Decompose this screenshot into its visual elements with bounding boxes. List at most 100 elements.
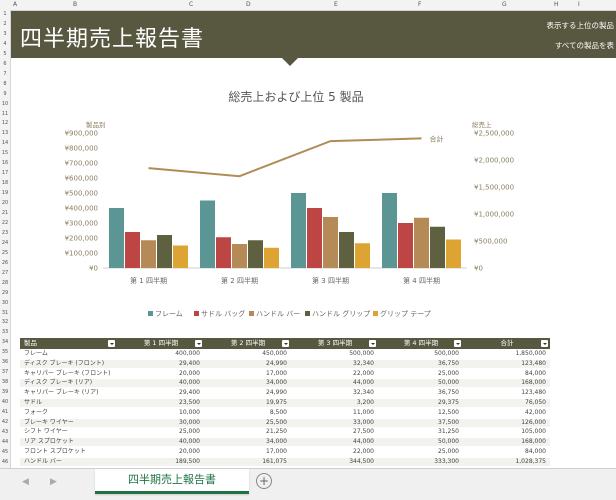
value-cell[interactable]: 42,000 (464, 409, 546, 417)
row-header[interactable]: 24 (0, 239, 10, 247)
row-header[interactable]: 16 (0, 159, 10, 167)
value-cell[interactable]: 44,000 (292, 438, 374, 446)
row-header[interactable]: 13 (0, 129, 10, 137)
row-header[interactable]: 45 (0, 448, 10, 456)
filter-dropdown-icon[interactable] (108, 340, 115, 347)
row-header[interactable]: 35 (0, 348, 10, 356)
filter-dropdown-icon[interactable] (369, 340, 376, 347)
value-cell[interactable]: 161,075 (205, 458, 287, 466)
value-cell[interactable]: 32,340 (292, 389, 374, 397)
row-header[interactable]: 17 (0, 169, 10, 177)
value-cell[interactable]: 25,000 (118, 428, 200, 436)
value-cell[interactable]: 25,500 (205, 419, 287, 427)
row-header[interactable]: 20 (0, 199, 10, 207)
row-header[interactable]: 26 (0, 259, 10, 267)
row-header[interactable]: 27 (0, 269, 10, 277)
row-header[interactable]: 39 (0, 388, 10, 396)
value-cell[interactable]: 24,990 (205, 360, 287, 368)
product-cell[interactable]: フロント スプロケット (24, 448, 117, 456)
row-header[interactable]: 41 (0, 408, 10, 416)
value-cell[interactable]: 10,000 (118, 409, 200, 417)
row-header[interactable]: 23 (0, 229, 10, 237)
row-header[interactable]: 36 (0, 358, 10, 366)
row-header[interactable]: 22 (0, 219, 10, 227)
row-header[interactable]: 33 (0, 328, 10, 336)
value-cell[interactable]: 36,750 (379, 389, 459, 397)
product-cell[interactable]: フォーク (24, 409, 117, 417)
value-cell[interactable]: 31,250 (379, 428, 459, 436)
row-header[interactable]: 11 (0, 110, 10, 118)
value-cell[interactable]: 20,000 (118, 370, 200, 378)
value-cell[interactable]: 450,000 (205, 350, 287, 358)
row-header[interactable]: 10 (0, 100, 10, 108)
row-header[interactable]: 15 (0, 149, 10, 157)
row-header[interactable]: 29 (0, 289, 10, 297)
row-header[interactable]: 32 (0, 318, 10, 326)
value-cell[interactable]: 1,850,000 (464, 350, 546, 358)
value-cell[interactable]: 25,000 (379, 370, 459, 378)
value-cell[interactable]: 40,000 (118, 438, 200, 446)
value-cell[interactable]: 40,000 (118, 379, 200, 387)
row-header[interactable]: 1 (0, 10, 10, 18)
value-cell[interactable]: 76,050 (464, 399, 546, 407)
value-cell[interactable]: 24,990 (205, 389, 287, 397)
value-cell[interactable]: 32,340 (292, 360, 374, 368)
value-cell[interactable]: 168,000 (464, 379, 546, 387)
column-header[interactable]: I (578, 1, 580, 8)
value-cell[interactable]: 50,000 (379, 379, 459, 387)
value-cell[interactable]: 500,000 (379, 350, 459, 358)
row-header[interactable]: 43 (0, 428, 10, 436)
value-cell[interactable]: 25,000 (379, 448, 459, 456)
all-products-label[interactable]: すべての製品を表 (555, 40, 614, 51)
value-cell[interactable]: 29,400 (118, 360, 200, 368)
product-cell[interactable]: ディスク ブレーキ (フロント) (24, 360, 117, 368)
value-cell[interactable]: 12,500 (379, 409, 459, 417)
row-header[interactable]: 34 (0, 338, 10, 346)
row-header[interactable]: 30 (0, 299, 10, 307)
column-header[interactable]: G (502, 1, 507, 8)
value-cell[interactable]: 123,480 (464, 389, 546, 397)
row-header[interactable]: 9 (0, 90, 10, 98)
row-header[interactable]: 7 (0, 70, 10, 78)
filter-dropdown-icon[interactable] (541, 340, 548, 347)
value-cell[interactable]: 22,000 (292, 370, 374, 378)
prev-sheet-icon[interactable]: ◀ (22, 477, 29, 487)
row-header[interactable]: 6 (0, 60, 10, 68)
value-cell[interactable]: 29,400 (118, 389, 200, 397)
row-header[interactable]: 4 (0, 40, 10, 48)
value-cell[interactable]: 29,375 (379, 399, 459, 407)
row-header[interactable]: 14 (0, 139, 10, 147)
value-cell[interactable]: 1,028,375 (464, 458, 546, 466)
value-cell[interactable]: 8,500 (205, 409, 287, 417)
value-cell[interactable]: 400,000 (118, 350, 200, 358)
value-cell[interactable]: 33,000 (292, 419, 374, 427)
value-cell[interactable]: 30,000 (118, 419, 200, 427)
value-cell[interactable]: 19,975 (205, 399, 287, 407)
value-cell[interactable]: 344,500 (292, 458, 374, 466)
value-cell[interactable]: 333,300 (379, 458, 459, 466)
value-cell[interactable]: 17,000 (205, 370, 287, 378)
column-header[interactable]: A (13, 1, 17, 8)
value-cell[interactable]: 500,000 (292, 350, 374, 358)
row-header[interactable]: 3 (0, 30, 10, 38)
sheet-tab-quarterly-report[interactable]: 四半期売上報告書 (95, 469, 249, 494)
value-cell[interactable]: 34,000 (205, 438, 287, 446)
row-header[interactable]: 21 (0, 209, 10, 217)
value-cell[interactable]: 23,500 (118, 399, 200, 407)
next-sheet-icon[interactable]: ▶ (50, 477, 57, 487)
value-cell[interactable]: 22,000 (292, 448, 374, 456)
row-header[interactable]: 38 (0, 378, 10, 386)
product-cell[interactable]: ハンドル バー (24, 458, 117, 466)
column-header[interactable]: B (73, 1, 77, 8)
row-header[interactable]: 44 (0, 438, 10, 446)
product-cell[interactable]: シフト ワイヤー (24, 428, 117, 436)
column-header[interactable]: C (189, 1, 193, 8)
filter-dropdown-icon[interactable] (282, 340, 289, 347)
product-cell[interactable]: リア スプロケット (24, 438, 117, 446)
value-cell[interactable]: 50,000 (379, 438, 459, 446)
row-header[interactable]: 42 (0, 418, 10, 426)
column-header[interactable]: H (554, 1, 559, 8)
value-cell[interactable]: 27,500 (292, 428, 374, 436)
filter-dropdown-icon[interactable] (195, 340, 202, 347)
column-header[interactable]: F (418, 1, 421, 8)
